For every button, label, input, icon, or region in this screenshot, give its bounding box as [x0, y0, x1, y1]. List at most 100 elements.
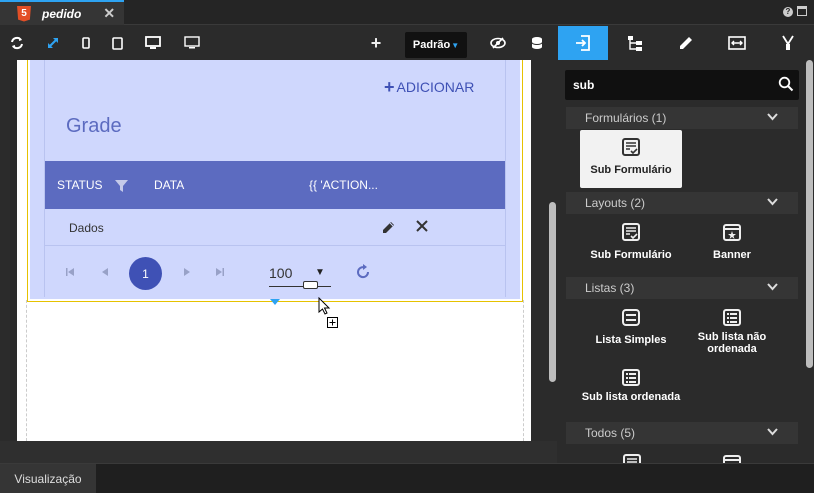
add-button[interactable]: + ADICIONAR [384, 77, 475, 97]
chevron-down-icon [767, 113, 778, 121]
maximize-icon[interactable] [797, 6, 807, 16]
expand-icon[interactable] [42, 26, 64, 60]
panel-tabs [557, 26, 814, 60]
column-label: {{ 'ACTION... [309, 178, 378, 192]
prev-page-icon[interactable] [101, 267, 109, 280]
refresh-icon[interactable] [6, 26, 28, 60]
component-banner[interactable]: Banner [681, 215, 783, 273]
tab-visualizacao[interactable]: Visualização [0, 464, 96, 493]
edit-icon[interactable] [381, 220, 396, 238]
category-label: Layouts (2) [585, 196, 646, 210]
tab-layout[interactable] [712, 26, 762, 60]
add-icon[interactable]: + [366, 26, 386, 60]
bottom-bar [0, 463, 814, 493]
category-label: Formulários (1) [585, 111, 667, 125]
category-formularios[interactable]: Formulários (1) [566, 107, 798, 129]
component-sub-lista-ordenada[interactable]: Sub lista ordenada [580, 360, 682, 418]
visibility-off-icon[interactable] [486, 26, 510, 60]
page-size-slider-track[interactable] [269, 286, 331, 287]
help-icon[interactable]: ? [783, 7, 793, 17]
chevron-down-icon [767, 198, 778, 206]
category-label: Todos (5) [585, 426, 636, 440]
component-label: Sub Formulário [590, 249, 672, 261]
close-icon[interactable]: ✕ [103, 5, 115, 22]
table-row[interactable]: Dados [45, 209, 505, 246]
column-label: DATA [154, 178, 185, 192]
tablet-icon[interactable] [107, 26, 127, 60]
next-page-icon[interactable] [183, 267, 191, 280]
reload-icon[interactable] [355, 264, 371, 285]
component-sub-lista-nao-ordenada[interactable]: Sub lista não ordenada [681, 300, 783, 358]
component-sub-formulario-layout[interactable]: Sub Formulário [580, 215, 682, 273]
category-todos[interactable]: Todos (5) [566, 422, 798, 444]
grid-title: Grade [66, 115, 122, 137]
tab-style[interactable] [763, 26, 813, 60]
tab-tree[interactable] [610, 26, 660, 60]
component-search[interactable] [565, 70, 799, 100]
plus-icon: + [384, 77, 395, 97]
canvas-horizontal-scroll[interactable] [0, 441, 557, 463]
page-size-select[interactable]: 100 [269, 265, 292, 281]
last-page-icon[interactable] [215, 267, 225, 280]
search-icon[interactable] [778, 76, 794, 95]
column-header-actions[interactable]: {{ 'ACTION... [309, 161, 378, 209]
resize-horizontal-icon [728, 36, 746, 50]
category-layouts[interactable]: Layouts (2) [566, 192, 798, 214]
form-icon[interactable] [622, 454, 642, 463]
html5-icon: 5 [17, 5, 31, 22]
component-label: Sub lista não ordenada [697, 331, 767, 355]
column-header-data[interactable]: DATA [154, 161, 184, 209]
drop-indicator-icon [270, 299, 280, 305]
device-select[interactable]: Padrão ▼ [405, 32, 467, 58]
brush-icon [782, 35, 794, 50]
delete-icon[interactable] [416, 220, 428, 235]
chevron-down-icon [767, 428, 778, 436]
phone-icon[interactable] [76, 26, 96, 60]
component-sub-formulario[interactable]: Sub Formulário [580, 130, 682, 188]
filter-icon[interactable] [114, 179, 128, 192]
column-header-status[interactable]: STATUS [57, 161, 128, 209]
editor-toolbar: + Padrão ▼ [0, 26, 557, 60]
component-label: Sub Formulário [590, 164, 672, 176]
pagination: 1 100 ▼ [45, 247, 505, 299]
drag-cursor-icon [318, 296, 342, 332]
device-select-value: Padrão [412, 39, 451, 51]
component-label: Sub lista ordenada [581, 391, 681, 403]
column-label: STATUS [57, 178, 103, 192]
form-icon [621, 138, 641, 160]
panel-scrollbar-thumb[interactable] [806, 60, 813, 368]
search-input[interactable] [573, 70, 773, 100]
insert-icon [576, 35, 590, 51]
page-number[interactable]: 1 [129, 257, 162, 290]
chevron-down-icon [767, 283, 778, 291]
ordered-list-icon [621, 368, 641, 390]
grid-border-right [505, 60, 506, 297]
caret-down-icon[interactable]: ▼ [315, 267, 325, 278]
tab-components[interactable] [558, 26, 608, 60]
pencil-icon [680, 37, 692, 49]
category-label: Listas (3) [585, 281, 635, 295]
banner-icon[interactable] [722, 454, 742, 463]
container-outline [26, 300, 524, 441]
tab-edit[interactable] [661, 26, 711, 60]
table-cell: Dados [69, 220, 104, 235]
database-icon[interactable] [526, 26, 548, 60]
desktop-icon[interactable] [142, 26, 164, 60]
canvas-scrollbar-thumb[interactable] [549, 202, 556, 382]
file-tab[interactable]: 5 pedido ✕ [0, 0, 124, 25]
tree-icon [628, 36, 642, 51]
monitor-icon[interactable] [181, 26, 203, 60]
component-lista-simples[interactable]: Lista Simples [580, 300, 682, 358]
first-page-icon[interactable] [65, 267, 75, 280]
add-button-label: ADICIONAR [396, 79, 475, 95]
tab-title: pedido [42, 6, 82, 21]
caret-down-icon: ▼ [451, 40, 460, 50]
banner-icon [722, 223, 742, 245]
component-label: Lista Simples [595, 334, 667, 346]
form-icon [621, 223, 641, 245]
list-icon [621, 308, 641, 330]
table-header: STATUS DATA {{ 'ACTION... [45, 161, 505, 209]
page-size-slider-thumb[interactable] [303, 281, 318, 289]
category-listas[interactable]: Listas (3) [566, 277, 798, 299]
unordered-list-icon [722, 308, 742, 330]
